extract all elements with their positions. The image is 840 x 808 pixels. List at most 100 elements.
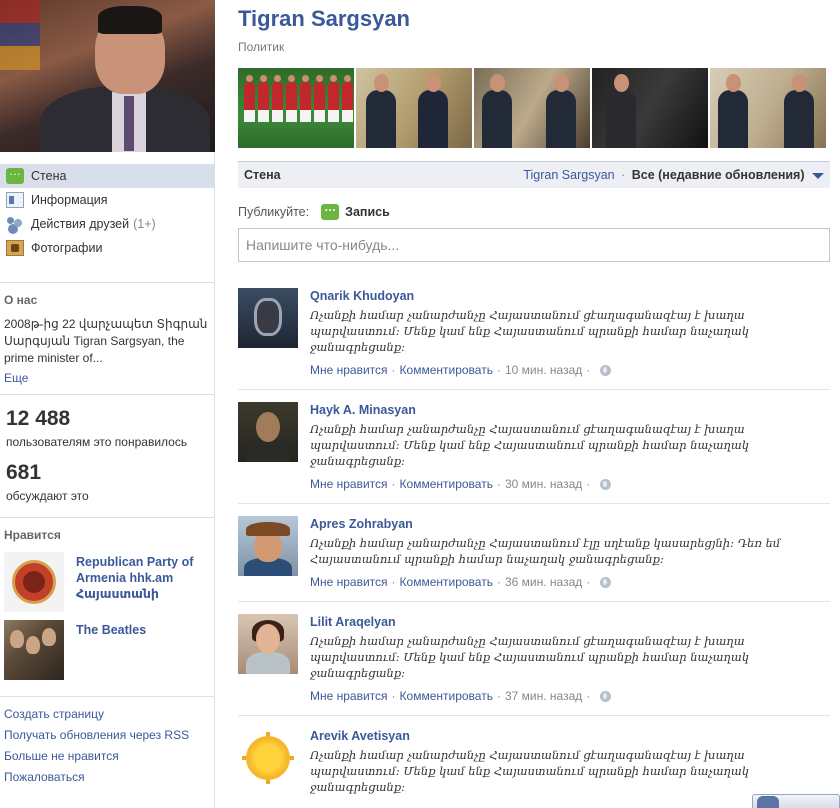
post-input[interactable] [238,228,830,262]
nav-item-friend-activity[interactable]: Действия друзей (1+) [0,212,214,236]
post-actions: Мне нравится · Комментировать · 10 мин. … [310,363,830,377]
about-text: 2008թ-ից 22 վարչապետ Տիգրան Սարգսյան Tig… [4,317,208,365]
profile-photo-tie [124,96,134,151]
filter-page-link[interactable]: Tigran Sargsyan [523,168,614,182]
unlike-link[interactable]: Больше не нравится [4,749,210,763]
page-title[interactable]: Tigran Sargsyan [238,6,840,32]
post-author[interactable]: Arevik Avetisyan [310,729,830,743]
strip-photo[interactable] [474,68,590,148]
post-author[interactable]: Lilit Araqelyan [310,615,830,629]
separator-dot: · [496,689,501,703]
separator-dot: · [586,363,591,377]
flag-background [0,0,40,70]
liked-page[interactable]: Republican Party of Armenia hhk.am Հայաս… [4,552,210,612]
strip-photo[interactable] [238,68,354,148]
like-link[interactable]: Мне нравится [310,575,388,589]
avatar[interactable] [238,728,298,788]
filter-selected[interactable]: Все (недавние обновления) [632,168,805,182]
publish-label: Публикуйте: [238,205,310,219]
wall-post: Apres Zohrabyan Ոչանքի համար չանարժանչը … [238,516,830,602]
republican-party-logo[interactable] [4,552,64,612]
strip-photo[interactable] [356,68,472,148]
avatar[interactable] [238,614,298,674]
liked-page-name[interactable]: Republican Party of Armenia hhk.am Հայաս… [76,554,210,602]
create-page-link[interactable]: Создать страницу [4,707,210,721]
filter-separator: · [621,168,626,182]
nav-item-photos[interactable]: Фотографии [0,236,214,260]
likes-label: пользователям это понравилось [6,435,188,449]
chat-icon [757,795,779,808]
left-column: Стена Информация Действия друзей (1+) Фо… [0,0,215,808]
strip-photo[interactable] [592,68,708,148]
separator-dot: · [391,689,396,703]
separator-dot: · [391,363,396,377]
post-author[interactable]: Qnarik Khudoyan [310,289,830,303]
info-icon [6,192,24,208]
like-link[interactable]: Мне нравится [310,363,388,377]
profile-photo[interactable] [0,0,215,152]
post-time[interactable]: 36 мин. назад [505,575,582,589]
nav-item-info[interactable]: Информация [0,188,214,212]
nav-item-label: Фотографии [31,241,103,255]
post-author[interactable]: Apres Zohrabyan [310,517,830,531]
wall-filter-dropdown[interactable]: Tigran Sargsyan · Все (недавние обновлен… [523,168,824,182]
post-actions: Мне нравится · Комментировать · 36 мин. … [310,575,830,589]
liked-page[interactable]: The Beatles [4,620,210,680]
main-column: Tigran Sargsyan Политик Стена Tigran Sar… [238,0,840,808]
logo-center [23,571,45,593]
comment-link[interactable]: Комментировать [400,477,493,491]
comment-link[interactable]: Комментировать [400,363,493,377]
avatar[interactable] [238,516,298,576]
thumb-figure [10,630,24,648]
like-link[interactable]: Мне нравится [310,477,388,491]
comment-link[interactable]: Комментировать [400,689,493,703]
chevron-down-icon[interactable] [812,172,824,179]
profile-photo-hair [98,6,162,34]
publish-status-tab[interactable]: Запись [321,200,390,220]
wall-label: Стена [244,168,281,182]
globe-icon [600,364,612,376]
nav-item-label: Действия друзей [31,217,130,231]
report-link[interactable]: Пожаловаться [4,770,210,784]
post-time[interactable]: 10 мин. назад [505,363,582,377]
status-icon [321,200,340,220]
thumb-figure [26,636,40,654]
wall-icon [6,164,24,184]
chat-bar[interactable] [752,794,840,808]
strip-photo[interactable] [710,68,826,148]
nav-item-label: Стена [31,169,67,183]
likes-section: Нравится Republican Party of Armenia hhk… [0,518,214,680]
avatar[interactable] [238,402,298,462]
nav-item-wall[interactable]: Стена [0,164,214,188]
wall-post: Hayk A. Minasyan Ոչանքի համար չանարժանչը… [238,402,830,504]
likes-title: Нравится [4,528,61,542]
thumb-figure [42,628,56,646]
separator-dot: · [496,477,501,491]
globe-icon [600,478,612,490]
separator-dot: · [586,575,591,589]
comment-link[interactable]: Комментировать [400,575,493,589]
about-more-link[interactable]: Еще [4,371,210,385]
post-text: Ոչանքի համար չանարժանչը Հայաստանում ցէաղ… [310,308,749,354]
post-time[interactable]: 30 мин. назад [505,477,582,491]
post-actions: Мне нравится · Комментировать · 30 мин. … [310,477,830,491]
separator-dot: · [391,575,396,589]
post-time[interactable]: 37 мин. назад [505,689,582,703]
separator-dot: · [586,689,591,703]
like-link[interactable]: Мне нравится [310,689,388,703]
globe-icon [600,690,612,702]
post-text: Ոչանքի համար չանարժանչը Հայաստանում ցէաղ… [310,634,749,680]
globe-icon [600,576,612,588]
rss-link[interactable]: Получать обновления через RSS [4,728,210,742]
post-author[interactable]: Hayk A. Minasyan [310,403,830,417]
photos-icon [6,240,24,256]
separator-dot: · [496,363,501,377]
post-text: Ոչանքի համար չանարժանչը Հայաստանում ցէաղ… [310,748,749,794]
wall-post: Lilit Araqelyan Ոչանքի համար չանարժանչը … [238,614,830,716]
stats-section: 12 488 пользователям это понравилось 681… [0,395,214,503]
wall-filter-bar: Стена Tigran Sargsyan · Все (недавние об… [238,161,830,188]
avatar[interactable] [238,288,298,348]
liked-page-name[interactable]: The Beatles [76,622,146,638]
post-text: Ոչանքի համար չանարժանչը Հայաստանում էլը … [310,536,781,566]
beatles-thumbnail[interactable] [4,620,64,680]
